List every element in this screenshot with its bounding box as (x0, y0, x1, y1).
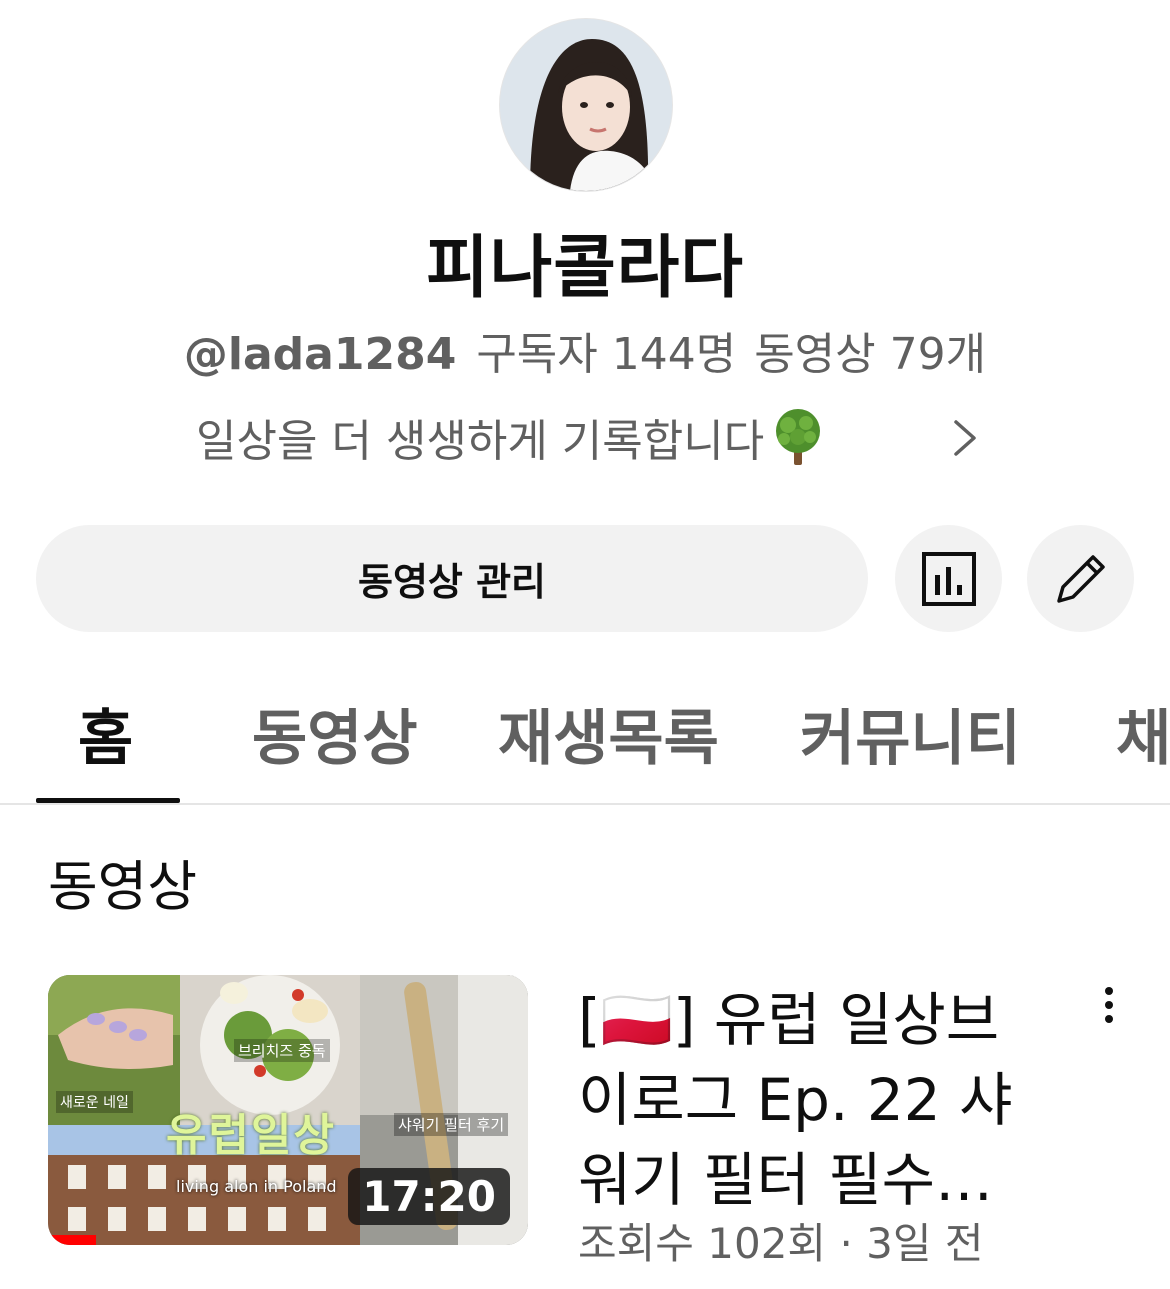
tabs-divider (0, 803, 1170, 805)
thumb-label-filter: 샤워기 필터 후기 (394, 1113, 509, 1136)
thumb-caption: living alon in Poland (176, 1177, 337, 1196)
channel-name: 피나콜라다 (426, 229, 744, 308)
meta-separator: · (839, 1219, 853, 1268)
thumb-label-nail: 새로운 네일 (56, 1091, 133, 1113)
avatar-image (500, 19, 672, 191)
description-text: 일상을 더 생생하게 기록합니다 (196, 416, 765, 467)
section-title[interactable]: 동영상 (48, 842, 197, 921)
thumb-label-cheese: 브리치즈 중독 (234, 1039, 330, 1062)
channel-tabs: 홈 동영상 재생목록 커뮤니티 채 (0, 690, 1170, 806)
video-duration: 17:20 (348, 1168, 510, 1225)
channel-avatar[interactable] (499, 18, 673, 192)
video-age: 3일 전 (866, 1219, 984, 1268)
tab-playlists[interactable]: 재생목록 (498, 690, 719, 777)
analytics-button[interactable] (895, 525, 1002, 632)
tab-home[interactable]: 홈 (78, 690, 133, 777)
more-vertical-icon[interactable] (1094, 985, 1124, 1025)
video-thumbnail[interactable]: 새로운 네일 브리치즈 중독 샤워기 필터 후기 유럽일상 living alo… (48, 975, 528, 1245)
video-count: 동영상 79개 (754, 329, 987, 380)
channel-handle: @lada1284 (183, 329, 457, 380)
video-meta: 조회수 102회 · 3일 전 (578, 1210, 984, 1271)
manage-videos-button[interactable]: 동영상 관리 (36, 525, 868, 632)
tab-videos[interactable]: 동영상 (252, 690, 418, 777)
bar-chart-icon (921, 551, 976, 606)
subscriber-count: 구독자 144명 (476, 329, 737, 380)
chevron-right-icon[interactable] (948, 418, 980, 458)
edit-channel-button[interactable] (1027, 525, 1134, 632)
video-views: 조회수 102회 (578, 1219, 827, 1268)
channel-description[interactable]: 일상을 더 생생하게 기록합니다 (196, 405, 828, 469)
tab-community[interactable]: 커뮤니티 (800, 690, 1021, 777)
video-title[interactable]: [🇵🇱] 유럽 일상브이로그 Ep. 22 샤워기 필터 필수… (578, 980, 1028, 1220)
manage-videos-label: 동영상 관리 (357, 560, 547, 604)
pencil-icon (1056, 554, 1105, 603)
tree-emoji-icon (768, 407, 828, 467)
channel-meta: @lada1284 구독자 144명 동영상 79개 (0, 318, 1170, 382)
watch-progress-bar (48, 1235, 96, 1245)
tab-channels[interactable]: 채 (1116, 690, 1170, 777)
thumb-title-overlay: 유럽일상 (166, 1110, 336, 1161)
